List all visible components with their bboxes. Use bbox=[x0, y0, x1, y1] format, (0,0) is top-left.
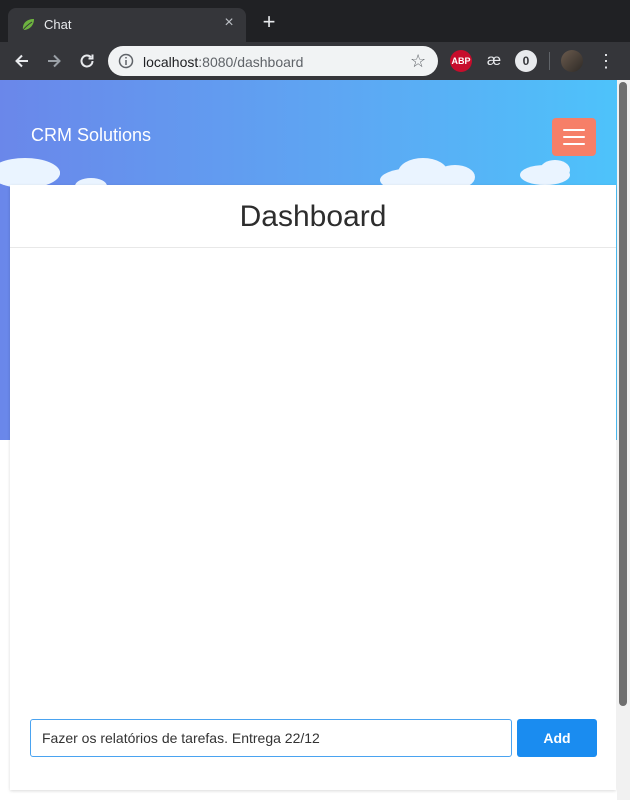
hamburger-menu-button[interactable] bbox=[552, 118, 596, 156]
bookmark-star-icon[interactable]: ☆ bbox=[410, 52, 428, 70]
cloud-decoration bbox=[540, 160, 570, 180]
toolbar-divider bbox=[549, 52, 550, 70]
task-input[interactable] bbox=[30, 719, 512, 757]
forward-arrow-icon[interactable] bbox=[42, 49, 66, 73]
dashboard-card: Dashboard Add bbox=[10, 185, 616, 790]
adblock-extension-icon[interactable]: ABP bbox=[450, 50, 472, 72]
browser-menu-icon[interactable]: ⋮ bbox=[596, 50, 616, 72]
tab-close-icon[interactable]: × bbox=[220, 14, 238, 32]
o-extension-icon[interactable]: 0 bbox=[515, 50, 537, 72]
browser-tab[interactable]: Chat × bbox=[8, 8, 246, 42]
scrollbar-thumb[interactable] bbox=[619, 82, 627, 706]
hamburger-line bbox=[563, 129, 585, 131]
url-path: :8080/dashboard bbox=[198, 54, 304, 70]
page: CRM Solutions Dashboard Add bbox=[0, 80, 630, 800]
spring-leaf-icon bbox=[22, 19, 34, 31]
page-title: Dashboard bbox=[239, 200, 387, 233]
profile-avatar[interactable] bbox=[561, 50, 583, 72]
page-scrollbar[interactable] bbox=[617, 80, 630, 800]
add-button[interactable]: Add bbox=[517, 719, 597, 757]
tab-title: Chat bbox=[44, 17, 72, 32]
back-arrow-icon[interactable] bbox=[10, 49, 34, 73]
card-header: Dashboard bbox=[10, 185, 616, 248]
address-bar[interactable]: localhost:8080/dashboard ☆ bbox=[108, 46, 438, 76]
brand-name[interactable]: CRM Solutions bbox=[31, 125, 151, 146]
cloud-decoration bbox=[20, 162, 60, 184]
url-text: localhost:8080/dashboard bbox=[143, 54, 303, 70]
url-host: localhost bbox=[143, 54, 199, 70]
browser-toolbar: localhost:8080/dashboard ☆ ABP æ 0 ⋮ bbox=[0, 42, 630, 80]
hamburger-line bbox=[563, 136, 585, 138]
info-icon[interactable] bbox=[118, 53, 134, 69]
hamburger-line bbox=[563, 143, 585, 145]
ae-extension-icon[interactable]: æ bbox=[483, 50, 505, 72]
new-tab-button[interactable]: + bbox=[258, 11, 280, 34]
reload-icon[interactable] bbox=[75, 49, 99, 73]
browser-tab-bar: Chat × + bbox=[0, 0, 630, 42]
